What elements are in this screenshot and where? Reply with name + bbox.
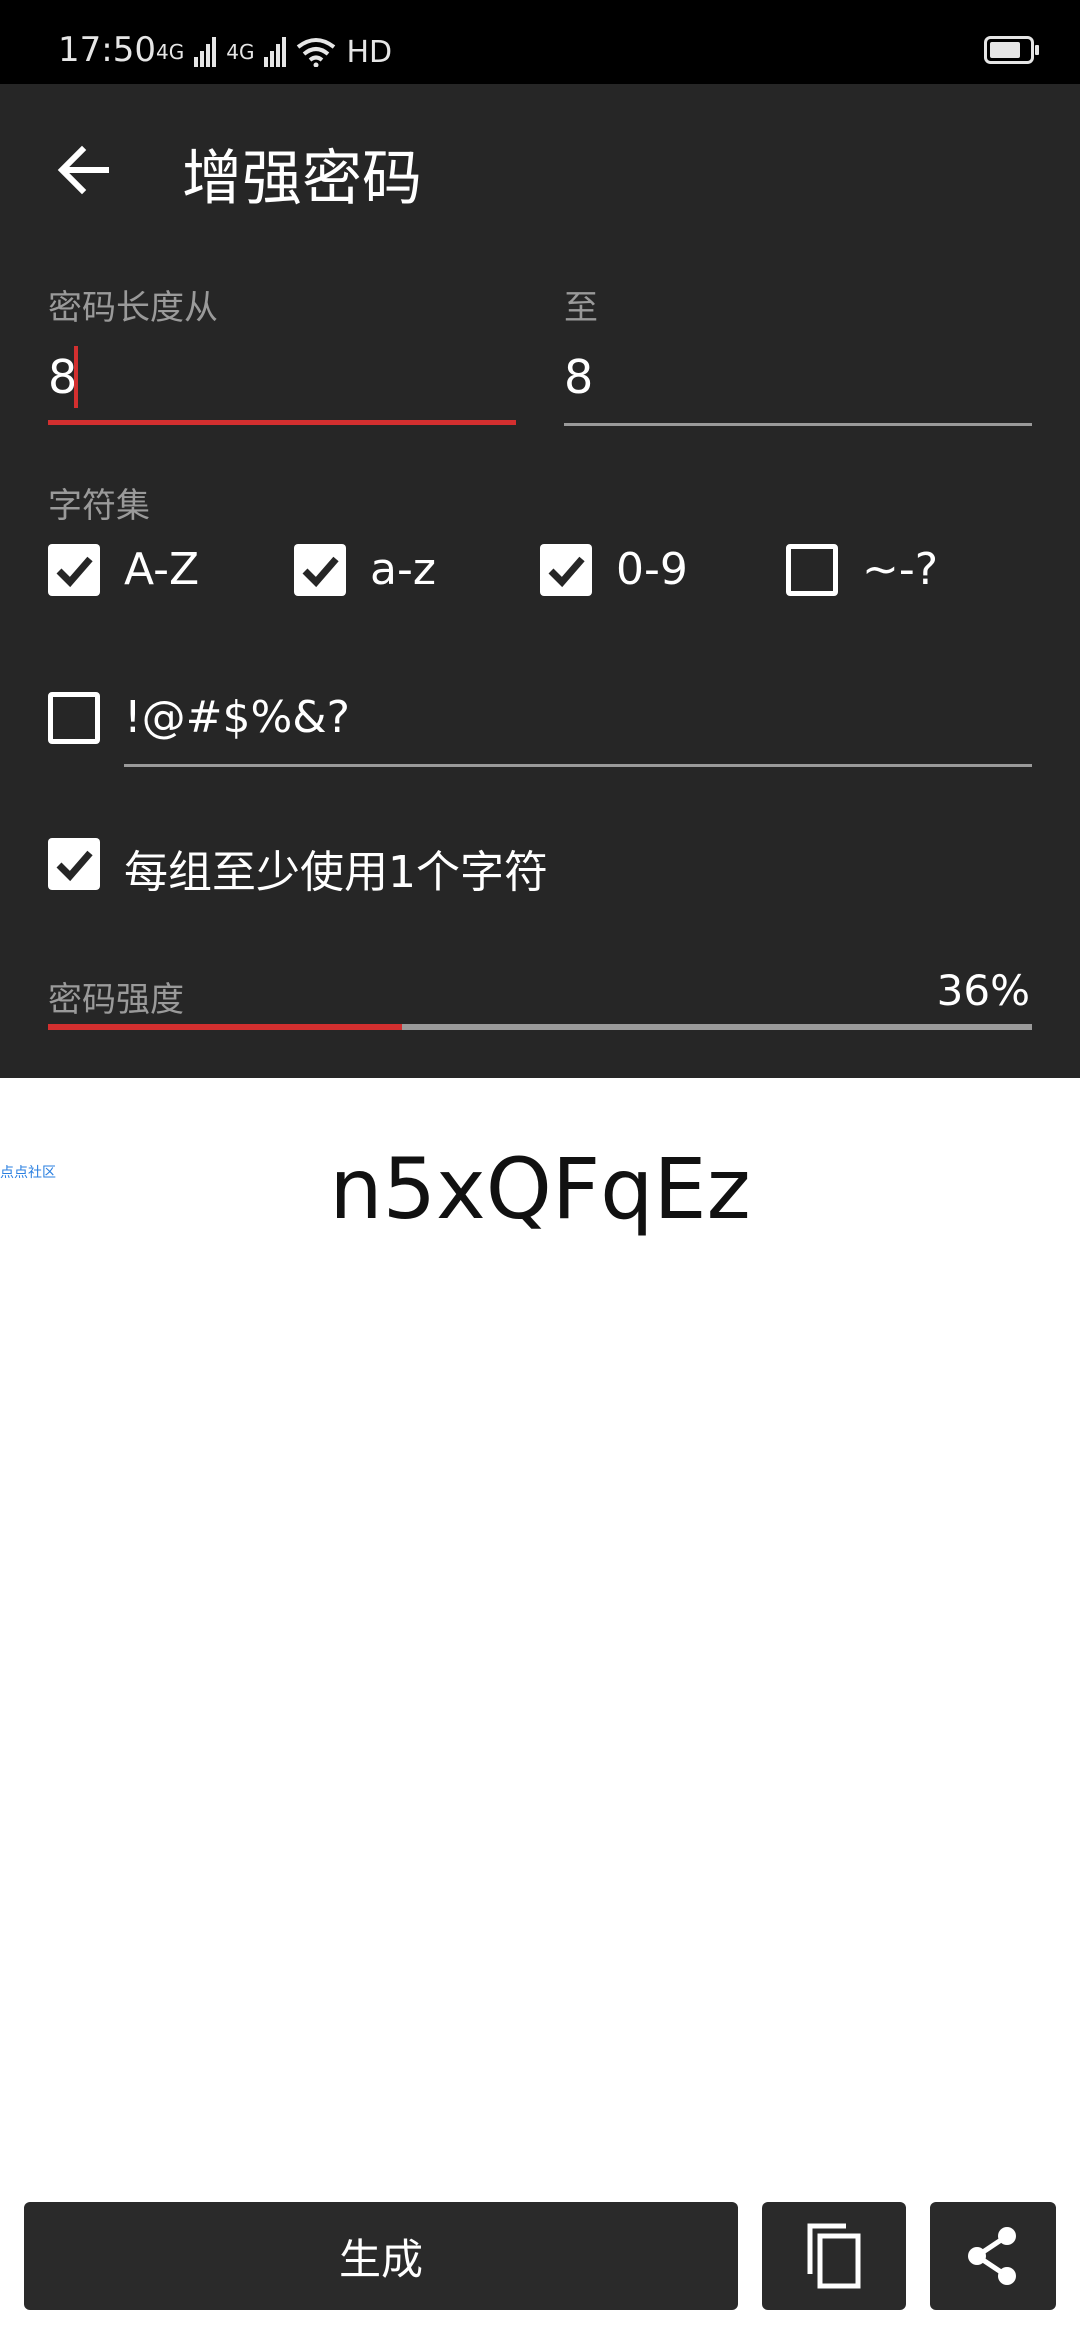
check-icon [302,556,339,588]
checkbox-symbols[interactable] [786,544,838,596]
checkbox-uppercase[interactable] [48,544,100,596]
strength-value: 36% [936,966,1030,1015]
check-icon [56,850,93,882]
share-button[interactable] [930,2202,1056,2310]
signal-icon [194,37,217,67]
network-type-1: 4G [156,40,185,64]
wifi-icon [297,38,336,67]
length-from-input[interactable]: 8 [48,350,77,404]
strength-label: 密码强度 [48,980,184,1020]
length-to-input[interactable]: 8 [564,350,593,404]
charset-label: 字符集 [48,486,150,526]
copy-button[interactable] [762,2202,906,2310]
share-icon [968,2227,1016,2285]
status-bar: 17:50 4G 4G HD [0,0,1080,84]
status-icons: 4G 4G HD [156,32,392,72]
battery-icon [984,36,1039,64]
checkbox-uppercase-label: A-Z [124,544,200,595]
checkbox-min-each-label: 每组至少使用1个字符 [124,847,548,898]
checkbox-min-each[interactable] [48,838,100,890]
custom-charset-input[interactable]: !@#$%&? [124,692,350,743]
length-to-underline [564,423,1032,426]
signal-icon [264,37,287,67]
check-icon [548,556,585,588]
checkbox-custom-charset[interactable] [48,692,100,744]
text-cursor [74,346,78,408]
custom-charset-underline [124,764,1032,767]
check-icon [56,556,93,588]
checkbox-digits[interactable] [540,544,592,596]
copy-icon [807,2223,861,2289]
strength-bar-fill [48,1024,403,1030]
hd-indicator: HD [346,34,393,70]
network-type-2: 4G [226,40,255,64]
checkbox-lowercase-label: a-z [370,544,436,595]
strength-bar [48,1024,1032,1030]
length-from-underline [48,420,516,425]
length-from-label: 密码长度从 [48,288,218,328]
checkbox-lowercase[interactable] [294,544,346,596]
checkbox-digits-label: 0-9 [616,544,688,595]
generated-password: n5xQFqEz [329,1140,751,1238]
status-time: 17:50 [58,30,156,70]
checkbox-symbols-label: ~-? [862,544,939,595]
length-to-label: 至 [564,288,598,328]
arrow-left-icon[interactable] [52,138,116,202]
page-title: 增强密码 [182,144,422,214]
generate-button[interactable]: 生成 [24,2202,738,2310]
